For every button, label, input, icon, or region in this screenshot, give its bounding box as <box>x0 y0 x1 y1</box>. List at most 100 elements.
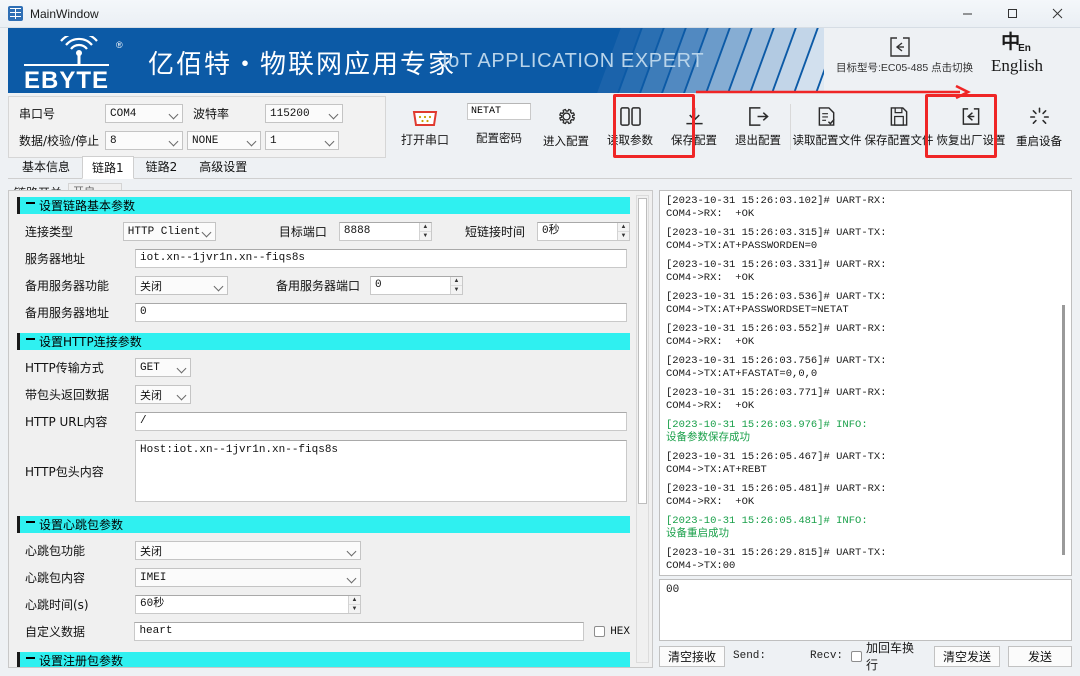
read-config-file-button[interactable]: 读取配置文件 <box>791 96 863 158</box>
spin-down-icon[interactable]: ▼ <box>451 286 462 294</box>
window-controls <box>945 0 1080 28</box>
port-select-wrap[interactable]: COM4 <box>105 103 183 123</box>
heartbeat-enable-select-wrap[interactable]: 关闭 <box>135 541 361 560</box>
heartbeat-content-select-wrap[interactable]: IMEI <box>135 568 361 587</box>
clear-receive-button[interactable]: 清空接收 <box>659 645 725 667</box>
config-password-input[interactable] <box>467 103 531 120</box>
short-conn-spin[interactable]: 0秒 ▲ ▼ <box>537 222 630 241</box>
tab-basic-info[interactable]: 基本信息 <box>12 155 80 178</box>
log-body: COM4->RX: +OK <box>666 496 755 508</box>
restart-device-button[interactable]: 重启设备 <box>1007 96 1071 158</box>
http-headers-textarea[interactable]: Host:iot.xn--1jvr1n.xn--fiqs8s <box>135 440 627 502</box>
port-select[interactable]: COM4 <box>105 103 183 123</box>
tab-advanced[interactable]: 高级设置 <box>189 155 257 178</box>
log-scrollbar[interactable] <box>1058 193 1069 573</box>
dest-port-label: 目标端口 <box>278 225 327 239</box>
log-head: [2023-10-31 15:26:03.315]# UART-TX: <box>666 227 887 239</box>
databits-select[interactable]: 8 <box>105 130 183 150</box>
log-entry: [2023-10-31 15:26:03.331]# UART-RX: COM4-… <box>666 259 1065 285</box>
baud-select[interactable]: 115200 <box>265 103 343 123</box>
enter-config-button[interactable]: 进入配置 <box>534 96 598 158</box>
tab-link2[interactable]: 链路2 <box>136 155 188 178</box>
read-config-file-label: 读取配置文件 <box>792 133 862 147</box>
spin-up-icon[interactable]: ▲ <box>419 223 431 232</box>
factory-reset-button[interactable]: 恢复出厂设置 <box>935 96 1007 158</box>
spin-up-icon[interactable]: ▲ <box>618 223 629 232</box>
save-config-button[interactable]: 保存配置 <box>662 96 726 158</box>
language-switch[interactable]: 中En English <box>974 32 1060 76</box>
section-dash-icon <box>26 337 35 340</box>
log-entry: [2023-10-31 15:26:03.756]# UART-TX: COM4-… <box>666 355 1065 381</box>
http-headers-row: HTTP包头内容 Host:iot.xn--1jvr1n.xn--fiqs8s <box>17 438 630 504</box>
toolbar-buttons: 配置密码 进入配置 读取参数 保存配置 <box>464 96 1072 158</box>
http-url-input[interactable]: / <box>135 412 627 431</box>
floppy-save-icon <box>890 107 908 126</box>
target-model-switch[interactable]: 目标型号:EC05-485 点击切换 <box>836 36 973 75</box>
spin-up-icon[interactable]: ▲ <box>349 596 360 605</box>
heartbeat-content-select[interactable]: IMEI <box>135 568 361 587</box>
heartbeat-interval-label: 心跳时间(s) <box>25 598 89 612</box>
http-method-select[interactable]: GET <box>135 358 191 377</box>
spin-down-icon[interactable]: ▼ <box>419 232 431 240</box>
parity-select-wrap[interactable]: NONE <box>187 130 261 150</box>
heartbeat-interval-input[interactable]: 60秒 <box>135 595 361 614</box>
spin-down-icon[interactable]: ▼ <box>349 605 360 613</box>
log-body: 设备重启成功 <box>666 528 729 540</box>
spin-up-icon[interactable]: ▲ <box>451 277 462 286</box>
left-panel-scrollbar-thumb[interactable] <box>638 198 647 504</box>
crlf-checkbox-group[interactable]: 加回车换行 <box>851 639 926 673</box>
maximize-button[interactable] <box>990 0 1035 28</box>
close-button[interactable] <box>1035 0 1080 28</box>
section-basic-params-title: 设置链路基本参数 <box>39 199 136 213</box>
tab-link1[interactable]: 链路1 <box>82 156 134 179</box>
backup-fn-select-wrap[interactable]: 关闭 <box>135 276 228 295</box>
backup-fn-select[interactable]: 关闭 <box>135 276 228 295</box>
exit-config-button[interactable]: 退出配置 <box>726 96 790 158</box>
clear-send-button[interactable]: 清空发送 <box>934 645 1001 667</box>
http-method-select-wrap[interactable]: GET <box>135 358 191 377</box>
left-panel-scrollbar[interactable] <box>636 195 649 663</box>
heartbeat-custom-input[interactable]: heart <box>134 622 585 641</box>
http-header-return-select-wrap[interactable]: 关闭 <box>135 385 191 404</box>
log-entry: [2023-10-31 15:26:03.315]# UART-TX: COM4-… <box>666 227 1065 253</box>
spin-down-icon[interactable]: ▼ <box>618 232 629 240</box>
http-header-return-select[interactable]: 关闭 <box>135 385 191 404</box>
backup-addr-input[interactable]: 0 <box>135 303 627 322</box>
server-addr-input[interactable]: iot.xn--1jvr1n.xn--fiqs8s <box>135 249 627 268</box>
heartbeat-interval-spin[interactable]: 60秒 ▲ ▼ <box>135 595 361 614</box>
stopbits-select[interactable]: 1 <box>265 130 339 150</box>
parity-select[interactable]: NONE <box>187 130 261 150</box>
http-header-return-row: 带包头返回数据 关闭 <box>17 384 630 405</box>
receive-log-box[interactable]: [2023-10-31 15:26:03.102]# UART-RX: COM4-… <box>659 190 1072 576</box>
heartbeat-interval-spin-buttons[interactable]: ▲ ▼ <box>348 596 360 613</box>
section-dash-icon <box>26 201 35 204</box>
save-config-file-label: 保存配置文件 <box>864 133 934 147</box>
read-params-button[interactable]: 读取参数 <box>598 96 662 158</box>
log-scrollbar-thumb[interactable] <box>1062 305 1065 555</box>
open-port-button[interactable]: 打开串口 <box>386 96 464 158</box>
conn-type-select[interactable]: HTTP Client <box>122 222 216 241</box>
language-glyph: 中En <box>974 32 1060 56</box>
stopbits-select-wrap[interactable]: 1 <box>265 130 339 150</box>
heartbeat-enable-select[interactable]: 关闭 <box>135 541 361 560</box>
save-config-file-button[interactable]: 保存配置文件 <box>863 96 935 158</box>
backup-port-spin[interactable]: 0 ▲ ▼ <box>370 276 463 295</box>
log-entry: [2023-10-31 15:26:03.552]# UART-RX: COM4-… <box>666 323 1065 349</box>
heartbeat-hex-checkbox[interactable] <box>594 626 606 637</box>
crlf-checkbox[interactable] <box>851 650 863 662</box>
send-button[interactable]: 发送 <box>1008 645 1073 667</box>
crlf-label: 加回车换行 <box>866 641 915 672</box>
baud-select-wrap[interactable]: 115200 <box>265 103 343 123</box>
dest-port-spin[interactable]: 8888 ▲ ▼ <box>338 222 432 241</box>
databits-select-wrap[interactable]: 8 <box>105 130 183 150</box>
conn-type-select-wrap[interactable]: HTTP Client <box>122 222 216 241</box>
backup-port-spin-buttons[interactable]: ▲ ▼ <box>450 277 462 294</box>
short-conn-spin-buttons[interactable]: ▲ ▼ <box>617 223 629 240</box>
http-header-return-label: 带包头返回数据 <box>25 388 110 402</box>
minimize-button[interactable] <box>945 0 990 28</box>
dest-port-spin-buttons[interactable]: ▲ ▼ <box>418 223 431 240</box>
section-register-header: 设置注册包参数 <box>17 652 630 667</box>
send-textarea[interactable]: 00 <box>659 579 1072 641</box>
heartbeat-content-label: 心跳包内容 <box>25 571 86 585</box>
section-dash-icon <box>26 656 35 659</box>
